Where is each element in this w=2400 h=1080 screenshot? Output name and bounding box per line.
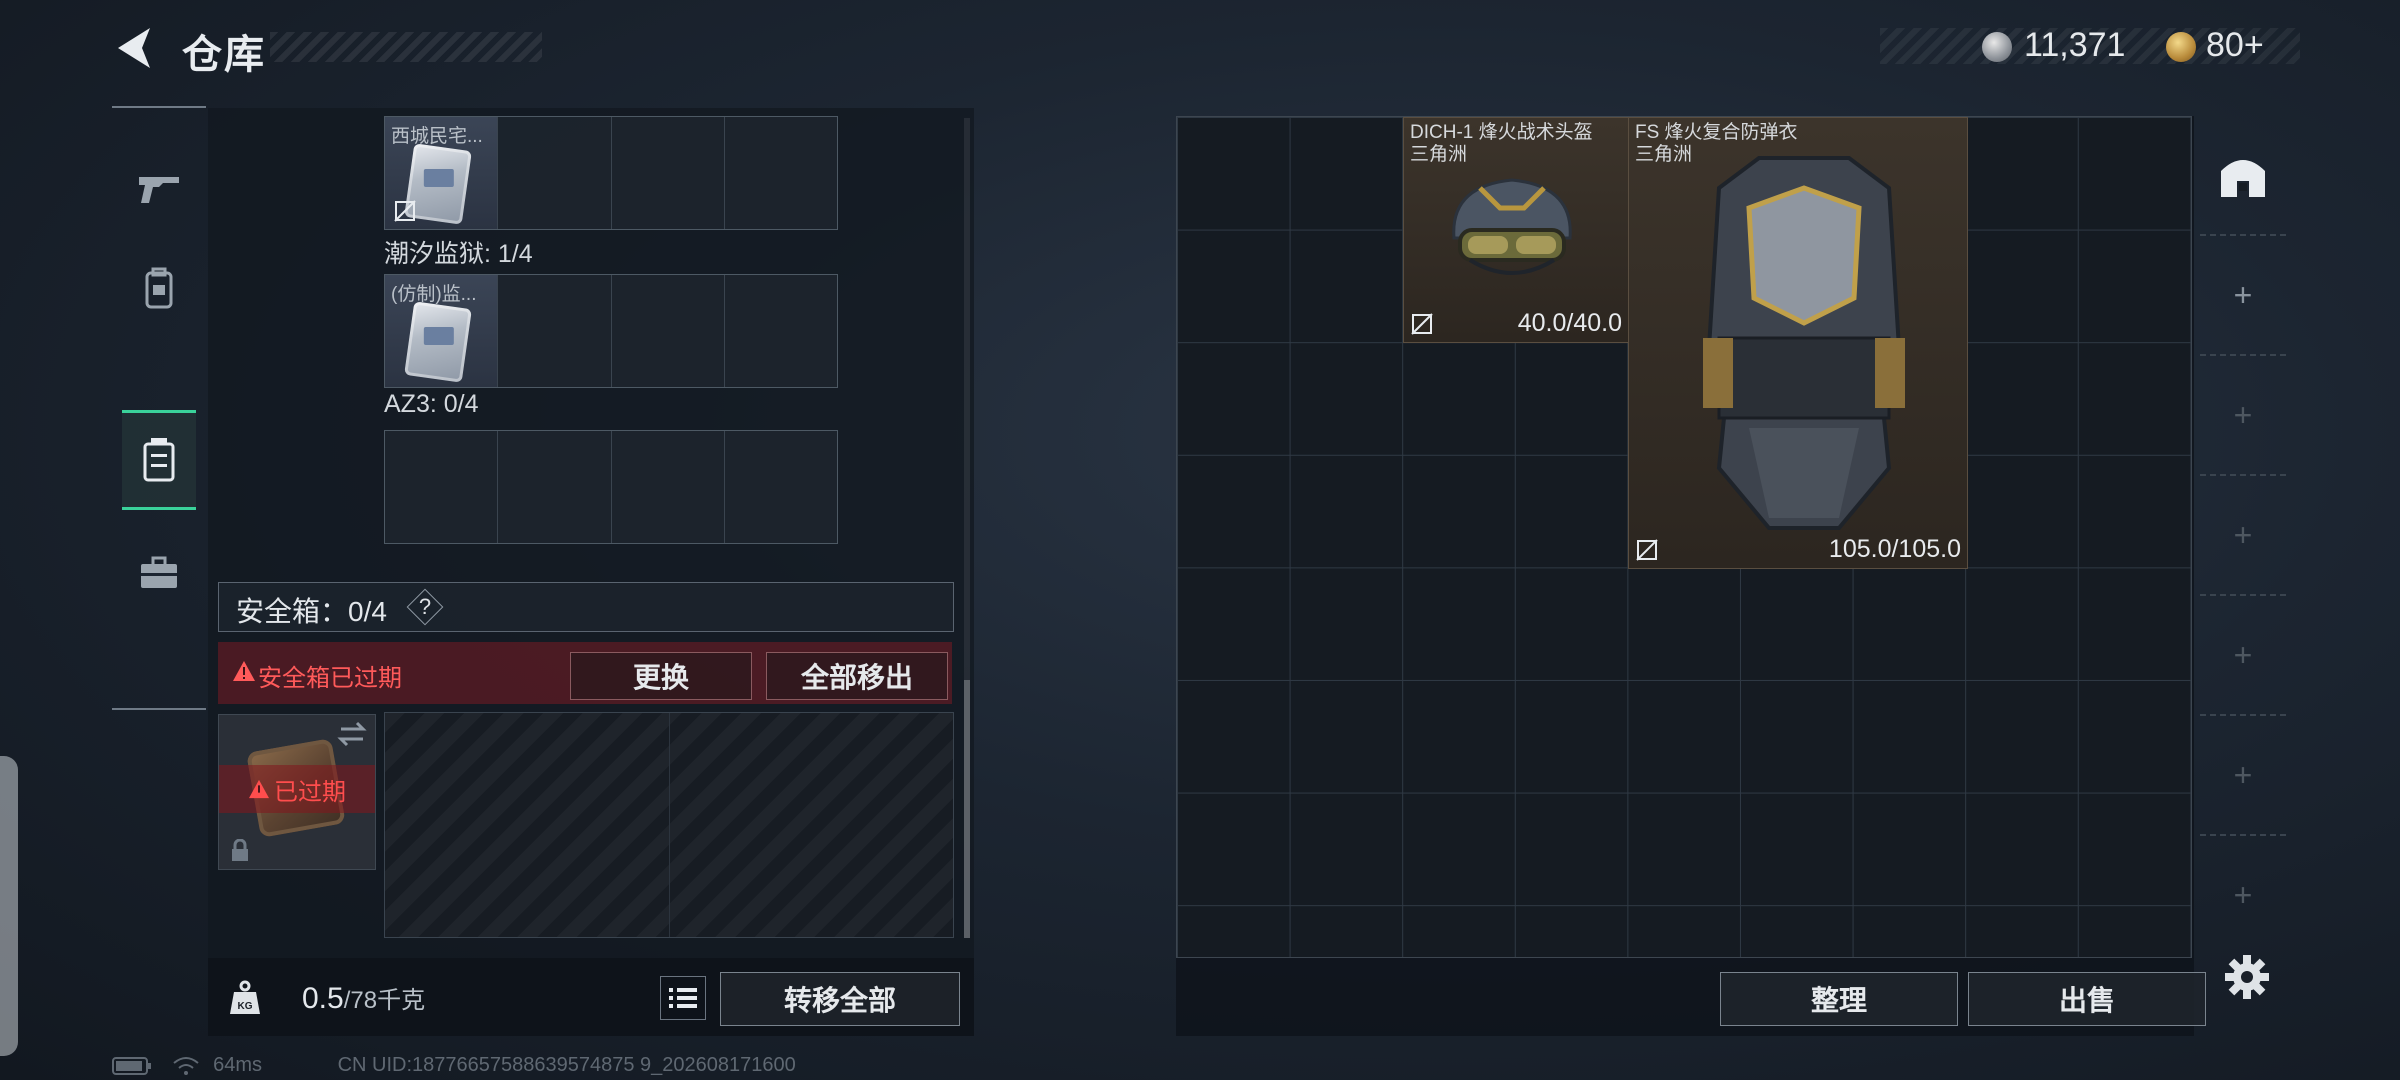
container-row xyxy=(384,430,838,544)
empty-slot[interactable] xyxy=(498,275,612,387)
safebox-grid xyxy=(384,712,954,938)
settings-gear-icon[interactable] xyxy=(2224,954,2270,1000)
item-durability: 40.0/40.0 xyxy=(1517,309,1622,337)
keycard-item[interactable]: (仿制)监... xyxy=(385,275,499,387)
warning-icon xyxy=(233,661,255,681)
empty-slot[interactable] xyxy=(612,275,725,387)
stash-house-icon xyxy=(2221,160,2265,197)
silver-coin-icon xyxy=(1982,32,2012,62)
safebox-slot[interactable] xyxy=(670,713,954,937)
list-view-button[interactable] xyxy=(660,976,706,1020)
plus-icon: + xyxy=(2233,276,2253,313)
expired-stamp: 已过期 xyxy=(219,765,375,813)
weight-max: /78千克 xyxy=(343,987,426,1014)
item-name: DICH-1 烽火战术头盔 三角洲 xyxy=(1410,122,1593,165)
ping-text: 64ms xyxy=(213,1054,263,1076)
container-label: 潮汐监狱: 1/4 xyxy=(384,240,533,268)
weight-icon: KG xyxy=(230,980,260,1014)
container-label: AZ3: 0/4 xyxy=(384,390,479,418)
empty-slot[interactable] xyxy=(498,431,612,543)
swap-icon[interactable] xyxy=(337,721,367,747)
add-stash-page[interactable]: + xyxy=(2200,716,2286,836)
page-title: 仓库 xyxy=(182,33,266,77)
helmet-item[interactable]: DICH-1 烽火战术头盔 三角洲 40.0/40.0 xyxy=(1403,117,1629,343)
container-row: 西城民宅... xyxy=(384,116,838,230)
stash-home-tab[interactable] xyxy=(2200,116,2286,236)
item-durability: 105.0/105.0 xyxy=(1828,535,1961,563)
stash-grid: DICH-1 烽火战术头盔 三角洲 40.0/40.0 FS 烽火复合防弹衣 三… xyxy=(1176,116,2192,958)
stash-page-rail: + + + + + + xyxy=(2200,116,2286,956)
uid-text: CN UID:18776657588639574875 9_2026081716… xyxy=(337,1054,796,1076)
nav-toolbox[interactable] xyxy=(122,526,196,620)
gold-coin-icon xyxy=(2166,32,2196,62)
remove-all-button[interactable]: 全部移出 xyxy=(766,652,948,700)
help-button[interactable]: ? xyxy=(408,590,442,624)
body-armor-image xyxy=(1703,156,1905,530)
plus-icon: + xyxy=(2233,756,2253,793)
side-drawer-handle[interactable] xyxy=(0,756,18,1056)
replace-button[interactable]: 更换 xyxy=(570,652,752,700)
help-icon: ? xyxy=(418,594,432,619)
no-trade-icon xyxy=(394,200,416,222)
gold-currency-value[interactable]: 80+ xyxy=(2206,26,2264,65)
safebox-capacity-label: 安全箱：0/4 xyxy=(236,596,387,627)
transfer-all-button[interactable]: 转移全部 xyxy=(720,972,960,1026)
keycard-image xyxy=(404,301,472,383)
warning-icon xyxy=(249,779,269,799)
expired-stamp-text: 已过期 xyxy=(274,778,346,806)
scrollbar-thumb[interactable] xyxy=(964,680,970,938)
safebox-item[interactable]: 已过期 xyxy=(218,714,376,870)
weight-value: 0.5 xyxy=(302,982,344,1015)
item-name: (仿制)监... xyxy=(391,284,477,305)
plus-icon: + xyxy=(2233,876,2253,913)
nav-weapon[interactable] xyxy=(122,142,196,236)
back-arrow-icon xyxy=(118,28,150,68)
empty-slot[interactable] xyxy=(725,431,837,543)
container-row: (仿制)监... xyxy=(384,274,838,388)
safebox-slot[interactable] xyxy=(385,713,670,937)
add-stash-page[interactable]: + xyxy=(2200,476,2286,596)
empty-slot[interactable] xyxy=(498,117,612,229)
plus-icon: + xyxy=(2233,396,2253,433)
weight-display: 0.5/78千克 xyxy=(302,980,425,1016)
empty-slot[interactable] xyxy=(612,117,725,229)
svg-text:KG: KG xyxy=(238,1001,253,1012)
list-icon xyxy=(669,988,697,1008)
backpack-icon xyxy=(145,267,173,309)
battery-icon xyxy=(112,1056,151,1075)
left-nav xyxy=(112,106,206,710)
add-stash-page[interactable]: + xyxy=(2200,596,2286,716)
nav-safebox[interactable] xyxy=(122,410,196,510)
plus-icon: + xyxy=(2233,636,2253,673)
add-stash-page[interactable]: + xyxy=(2200,356,2286,476)
silver-currency-value: 11,371 xyxy=(2024,26,2126,64)
empty-slot[interactable] xyxy=(725,117,837,229)
no-trade-icon xyxy=(1411,313,1433,335)
armor-item[interactable]: FS 烽火复合防弹衣 三角洲 105.0/105.0 xyxy=(1628,117,1968,569)
gun-icon xyxy=(139,177,179,203)
toolbox-icon xyxy=(141,556,177,588)
plus-icon: + xyxy=(2233,516,2253,553)
status-bar: 64ms CN UID:18776657588639574875 9_20260… xyxy=(112,1054,796,1077)
safebox-icon xyxy=(143,438,175,482)
no-trade-icon xyxy=(1636,539,1658,561)
add-stash-page[interactable]: + xyxy=(2200,236,2286,356)
sort-button[interactable]: 整理 xyxy=(1720,972,1958,1026)
wifi-icon xyxy=(172,1056,199,1075)
keycard-item[interactable]: 西城民宅... xyxy=(385,117,499,229)
empty-slot[interactable] xyxy=(385,431,499,543)
item-name: 西城民宅... xyxy=(391,126,483,147)
helmet-image xyxy=(1452,178,1572,275)
expired-message: 安全箱已过期 xyxy=(258,665,402,692)
empty-slot[interactable] xyxy=(612,431,725,543)
title-decoration xyxy=(270,32,542,62)
add-stash-page[interactable]: + xyxy=(2200,836,2286,954)
empty-slot[interactable] xyxy=(725,275,837,387)
back-button[interactable] xyxy=(112,22,160,74)
sell-button[interactable]: 出售 xyxy=(1968,972,2206,1026)
lock-icon xyxy=(232,839,248,861)
nav-backpack[interactable] xyxy=(122,242,196,336)
